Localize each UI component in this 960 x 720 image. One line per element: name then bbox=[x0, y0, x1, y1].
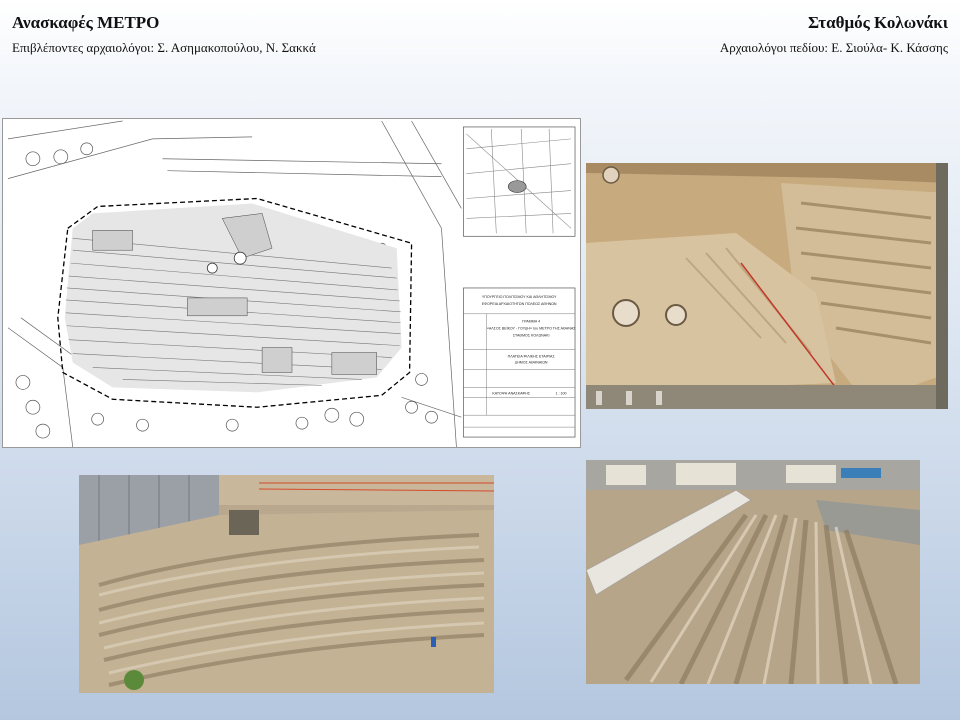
page-title: Ανασκαφές ΜΕΤΡΟ bbox=[12, 13, 160, 32]
plan-ministry: ΥΠΟΥΡΓΕΙΟ ΠΟΛΙΤΙΣΜΟΥ ΚΑΙ ΑΘΛΗΤΙΣΜΟΥ bbox=[482, 295, 557, 299]
plan-drawing-line3: ΣΤΑΘΜΟΣ ΚΟΛΩΝΑΚΙ bbox=[513, 334, 550, 338]
plan-drawing-title: ΓΡΑΜΜΗ 4 bbox=[522, 320, 540, 324]
plan-ephorate: ΕΦΟΡΕΙΑ ΑΡΧΑΙΟΤΗΤΩΝ ΠΟΛΕΩΣ ΑΘΗΝΩΝ bbox=[482, 302, 557, 306]
plan-drawing-line2: «ΑΛΣΟΣ ΒΕΪΚΟΥ - ΓΟΥΔΗ» του ΜΕΤΡΟ ΤΗΣ ΑΘΗ… bbox=[487, 327, 576, 331]
plan-scale: 1 : 100 bbox=[556, 391, 567, 395]
excavation-plan-drawing: ΥΠΟΥΡΓΕΙΟ ΠΟΛΙΤΙΣΜΟΥ ΚΑΙ ΑΘΛΗΤΙΣΜΟΥ ΕΦΟΡ… bbox=[2, 118, 581, 448]
field-archaeologists-subtitle: Αρχαιολόγοι πεδίου: Ε. Σιούλα- Κ. Κάσσης bbox=[719, 40, 948, 55]
plan-municipality: ΔΗΜΟΣ ΑΘΗΝΑΙΩΝ bbox=[515, 361, 548, 365]
station-title: Σταθμός Κολωνάκι bbox=[807, 13, 948, 32]
aerial-excavation-photo bbox=[586, 163, 948, 409]
plan-label: ΚΑΤΟΨΗ ΑΝΑΣΚΑΦΗΣ bbox=[492, 391, 531, 395]
close-view-photo bbox=[586, 460, 920, 684]
plan-area: ΠΛΑΤΕΙΑ ΦΙΛΙΚΗΣ ΕΤΑΙΡΙΑΣ bbox=[508, 355, 556, 359]
supervisors-subtitle: Επιβλέποντες αρχαιολόγοι: Σ. Ασημακοπούλ… bbox=[12, 40, 316, 55]
trench-view-photo bbox=[79, 475, 494, 693]
